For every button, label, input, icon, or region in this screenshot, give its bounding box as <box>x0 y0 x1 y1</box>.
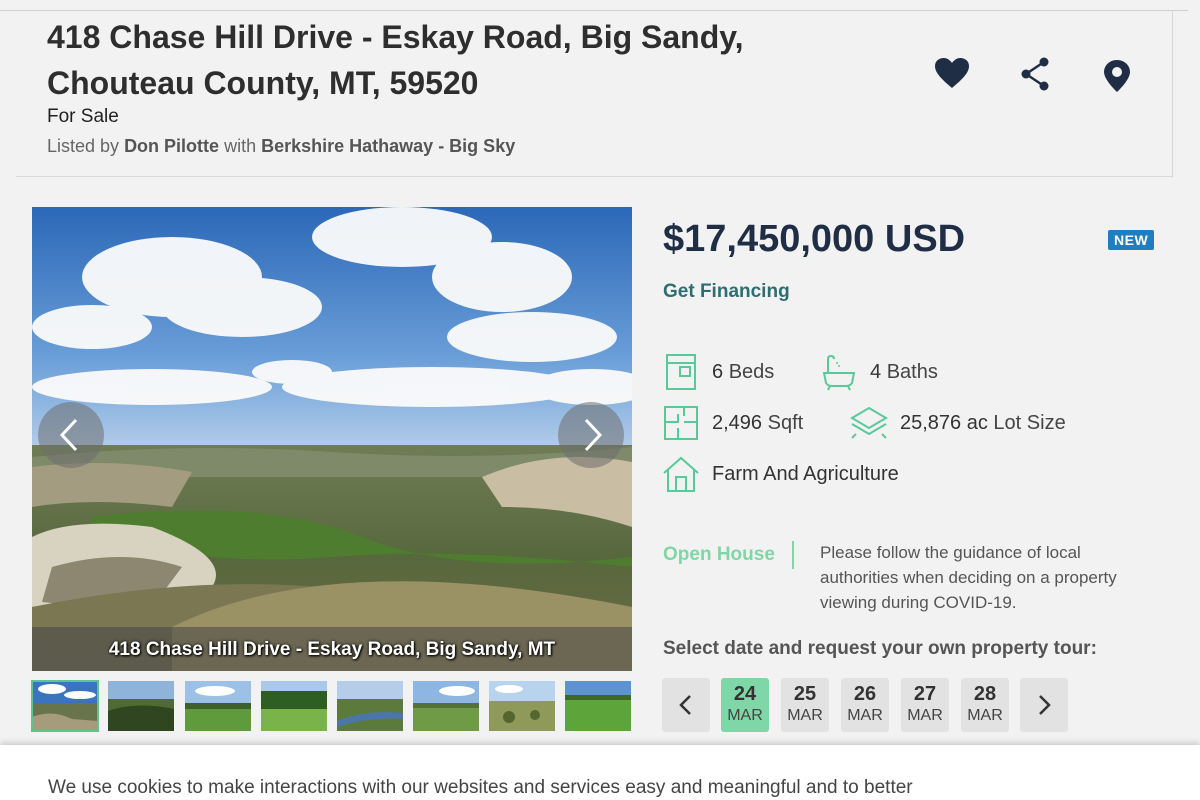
thumbnail-4[interactable] <box>261 681 327 731</box>
date-option-1[interactable]: 24 MAR <box>721 678 769 732</box>
sqft-feature: 2,496 Sqft <box>712 412 803 435</box>
date-month: MAR <box>787 707 823 724</box>
dates-prev-button[interactable] <box>662 678 710 732</box>
tour-label: Select date and request your own propert… <box>663 638 1097 659</box>
header-right-border <box>1172 10 1173 178</box>
cookie-banner: We use cookies to make interactions with… <box>0 745 1200 800</box>
date-month: MAR <box>847 707 883 724</box>
bathtub-icon <box>820 353 858 391</box>
baths-feature: 4 Baths <box>870 361 938 384</box>
date-month: MAR <box>727 707 763 724</box>
map-pin-icon[interactable] <box>1099 58 1135 94</box>
thumbnail-2[interactable] <box>108 681 174 731</box>
header-divider <box>16 176 1172 177</box>
top-border <box>0 10 1188 11</box>
main-photo[interactable]: 418 Chase Hill Drive - Eskay Road, Big S… <box>32 207 632 671</box>
covid-notice: Please follow the guidance of local auth… <box>820 543 1117 612</box>
with-word: with <box>224 136 257 156</box>
lot-size-value: 25,876 ac <box>900 412 988 434</box>
listing-title: 418 Chase Hill Drive - Eskay Road, Big S… <box>47 19 744 101</box>
floorplan-icon <box>662 404 700 442</box>
date-option-5[interactable]: 28 MAR <box>961 678 1009 732</box>
date-month: MAR <box>967 707 1003 724</box>
lot-size-feature: 25,876 ac Lot Size <box>900 412 1066 435</box>
date-option-3[interactable]: 26 MAR <box>841 678 889 732</box>
open-house-divider <box>792 541 794 569</box>
share-icon[interactable] <box>1018 56 1054 92</box>
date-day: 28 <box>973 683 997 705</box>
listing-price: $17,450,000 USD <box>663 218 966 260</box>
bed-icon <box>662 353 700 391</box>
listed-by: Listed by Don Pilotte with Berkshire Hat… <box>47 136 515 157</box>
date-day: 25 <box>793 683 817 705</box>
property-type: Farm And Agriculture <box>712 463 899 485</box>
landscape-photo <box>32 207 632 671</box>
dates-next-button[interactable] <box>1020 678 1068 732</box>
cookie-text: We use cookies to make interactions with… <box>48 777 913 798</box>
thumbnail-strip <box>31 680 632 733</box>
home-icon <box>662 455 700 493</box>
get-financing-link[interactable]: Get Financing <box>663 281 790 303</box>
brokerage-name[interactable]: Berkshire Hathaway - Big Sky <box>261 136 515 156</box>
lot-size-label: Lot Size <box>993 412 1066 434</box>
lot-size-icon <box>850 404 888 442</box>
thumbnail-8[interactable] <box>565 681 631 731</box>
baths-label: Baths <box>886 361 938 383</box>
baths-count: 4 <box>870 361 882 383</box>
sqft-label: Sqft <box>767 412 804 434</box>
thumbnail-3[interactable] <box>185 681 251 731</box>
listed-by-prefix: Listed by <box>47 136 120 156</box>
date-option-4[interactable]: 27 MAR <box>901 678 949 732</box>
heart-icon[interactable] <box>934 56 970 92</box>
thumbnail-5[interactable] <box>337 681 403 731</box>
agent-name[interactable]: Don Pilotte <box>124 136 219 156</box>
date-month: MAR <box>907 707 943 724</box>
beds-label: Beds <box>728 361 775 383</box>
beds-feature: 6 Beds <box>712 361 774 384</box>
new-badge: NEW <box>1108 230 1155 250</box>
date-day: 26 <box>853 683 877 705</box>
thumbnail-7[interactable] <box>489 681 555 731</box>
next-photo-button[interactable] <box>558 402 624 468</box>
thumbnail-6[interactable] <box>413 681 479 731</box>
prev-photo-button[interactable] <box>38 402 104 468</box>
beds-count: 6 <box>712 361 724 383</box>
date-day: 27 <box>913 683 937 705</box>
photo-caption: 418 Chase Hill Drive - Eskay Road, Big S… <box>108 639 556 660</box>
date-option-2[interactable]: 25 MAR <box>781 678 829 732</box>
thumbnail-1[interactable] <box>31 680 99 732</box>
date-day: 24 <box>733 683 757 705</box>
listing-status: For Sale <box>47 106 119 127</box>
open-house-label: Open House <box>663 544 775 565</box>
sqft-value: 2,496 <box>712 412 763 434</box>
